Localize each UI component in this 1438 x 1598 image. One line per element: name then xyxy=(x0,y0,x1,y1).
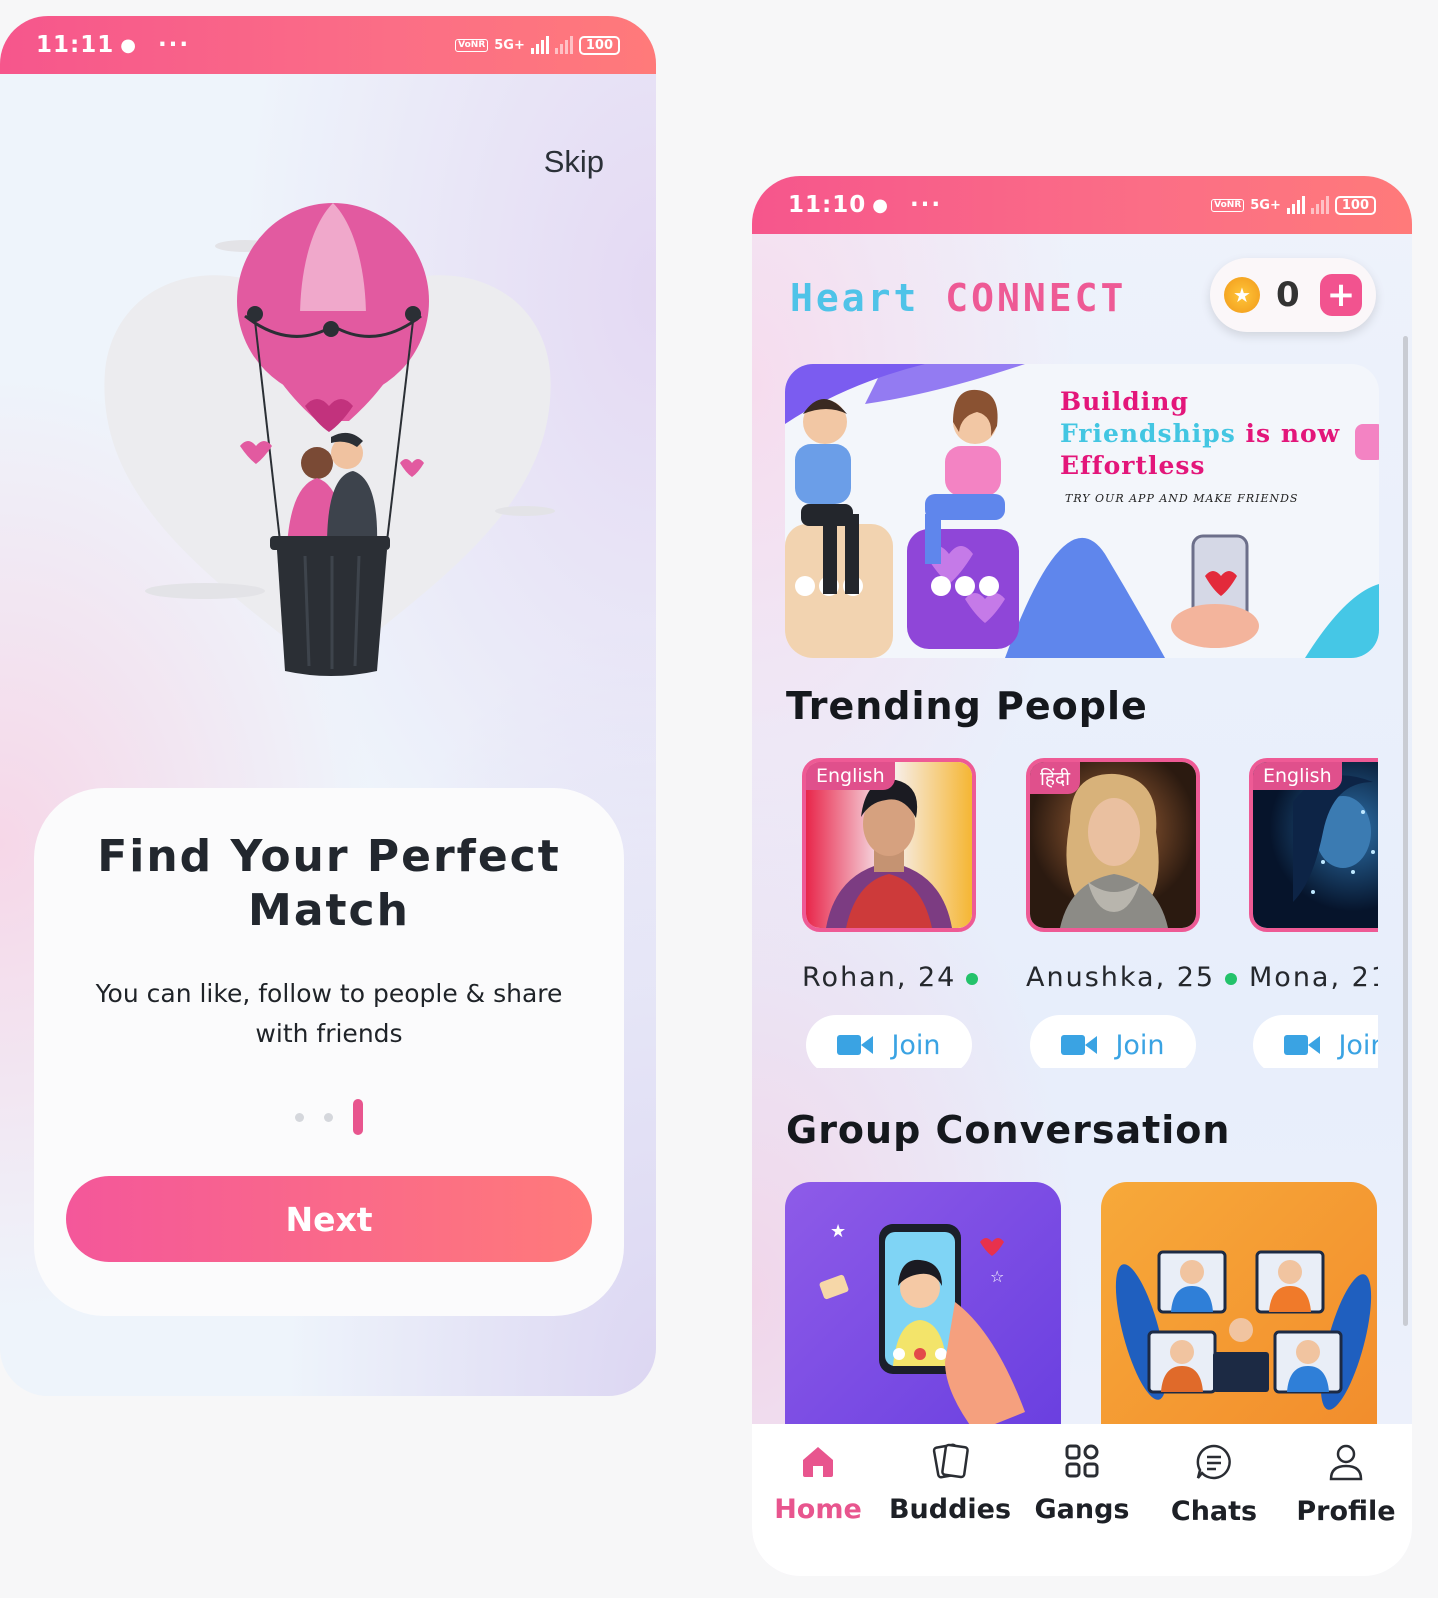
page-dot xyxy=(295,1112,304,1122)
join-video-button[interactable]: Join xyxy=(806,1015,972,1068)
coin-count: 0 xyxy=(1276,275,1300,315)
signal-2-icon xyxy=(554,36,573,54)
single-call-card[interactable]: ★ ☆ xyxy=(785,1182,1061,1432)
nav-profile[interactable]: Profile xyxy=(1281,1442,1411,1576)
status-bar: 11:10 ● ··· VoNR 5G+ 100 xyxy=(752,176,1412,234)
online-indicator xyxy=(966,972,979,985)
group-call-illustration xyxy=(1115,1250,1372,1410)
svg-text:★: ★ xyxy=(830,1221,846,1242)
trending-people-title: Trending People xyxy=(786,684,1148,728)
status-time: 11:10 xyxy=(788,192,867,218)
banner-line-2b: is now xyxy=(1235,419,1341,448)
brand-heart: Heart xyxy=(790,276,920,320)
person-name-text: Anushka, 25 xyxy=(1026,962,1216,993)
nav-home[interactable]: Home xyxy=(753,1442,883,1576)
onboarding-card: Find Your Perfect Match You can like, fo… xyxy=(34,788,624,1316)
video-camera-icon xyxy=(1061,1033,1098,1057)
bottom-navigation: Home Buddies Gangs Chats Profile xyxy=(752,1424,1412,1576)
next-button[interactable]: Next xyxy=(66,1176,592,1262)
banner-line-3: Effortless xyxy=(1060,451,1206,480)
banner-line-2a: Friendships xyxy=(1060,419,1236,448)
banner-line-1: Building xyxy=(1060,387,1189,416)
group-conversation-title: Group Conversation xyxy=(786,1108,1231,1152)
language-badge: English xyxy=(806,762,895,790)
onboarding-description: You can like, follow to people & share w… xyxy=(95,979,563,1048)
nav-label: Chats xyxy=(1170,1496,1258,1527)
person-card[interactable]: English Mona, 21 Join xyxy=(1249,758,1378,1068)
video-camera-icon xyxy=(1284,1033,1321,1057)
app-logo: Heart CONNECT xyxy=(790,276,1126,320)
battery-icon: 100 xyxy=(1334,195,1376,215)
status-bar: 11:11 ● ··· VoNR 5G+ 100 xyxy=(0,16,656,74)
page-dot xyxy=(324,1112,333,1122)
nav-label: Profile xyxy=(1296,1496,1396,1527)
video-call-illustration: ★ ☆ xyxy=(819,1221,1025,1432)
volte-icon: VoNR xyxy=(455,38,489,52)
status-time: 11:11 xyxy=(36,32,115,58)
banner-headline: Building Friendships is now Effortless xyxy=(1060,386,1340,482)
join-video-button[interactable]: Join xyxy=(1030,1015,1196,1068)
coin-icon: ★ xyxy=(1224,277,1260,313)
signal-2-icon xyxy=(1310,196,1329,214)
person-photo[interactable]: English xyxy=(802,758,976,932)
group-conversation-list: ★ ☆ xyxy=(785,1182,1379,1432)
promo-banner[interactable]: Building Friendships is now Effortless T… xyxy=(785,364,1379,658)
home-icon xyxy=(803,1447,833,1477)
profile-icon xyxy=(1329,1444,1363,1481)
language-badge: English xyxy=(1253,762,1342,790)
signal-icon xyxy=(530,36,549,54)
nav-gangs[interactable]: Gangs xyxy=(1017,1442,1147,1576)
svg-text:☆: ☆ xyxy=(990,1267,1004,1286)
brand-connect: CONNECT xyxy=(945,276,1127,320)
join-label: Join xyxy=(891,1029,941,1061)
network-type: 5G+ xyxy=(494,37,525,53)
buddies-icon xyxy=(932,1443,969,1479)
person-photo[interactable]: English xyxy=(1249,758,1378,932)
network-type: 5G+ xyxy=(1250,197,1281,213)
person-card[interactable]: English Rohan, 24 Join xyxy=(802,758,979,1068)
chats-icon xyxy=(1196,1444,1231,1480)
battery-icon: 100 xyxy=(578,35,620,55)
more-notifications-icon: ··· xyxy=(909,192,943,218)
status-icons: VoNR 5G+ 100 xyxy=(455,35,620,55)
person-name: Rohan, 24 xyxy=(802,962,979,993)
nav-chats[interactable]: Chats xyxy=(1149,1442,1279,1576)
signal-icon xyxy=(1286,196,1305,214)
video-camera-icon xyxy=(837,1033,874,1057)
gangs-icon xyxy=(1065,1444,1099,1478)
join-label: Join xyxy=(1338,1029,1378,1061)
onboarding-screen: 11:11 ● ··· VoNR 5G+ 100 Skip Find Your … xyxy=(0,16,656,1396)
nav-buddies[interactable]: Buddies xyxy=(885,1442,1015,1576)
language-badge: हिंदी xyxy=(1030,762,1081,794)
more-notifications-icon: ··· xyxy=(157,32,191,58)
coin-balance[interactable]: ★ 0 + xyxy=(1210,258,1376,332)
page-indicator xyxy=(34,1098,624,1136)
nav-label: Gangs xyxy=(1034,1494,1130,1525)
banner-subtitle: TRY OUR APP AND MAKE FRIENDS xyxy=(1065,492,1299,505)
volte-icon: VoNR xyxy=(1211,198,1245,212)
person-name: Mona, 21 xyxy=(1249,962,1378,993)
page-dot-active xyxy=(353,1099,363,1135)
group-call-card[interactable] xyxy=(1101,1182,1377,1432)
home-screen: 11:10 ● ··· VoNR 5G+ 100 Heart CONNECT ★… xyxy=(752,176,1412,1576)
add-coins-button[interactable]: + xyxy=(1320,274,1362,316)
skip-button[interactable]: Skip xyxy=(544,144,604,180)
chat-notification-icon: ● xyxy=(120,34,136,56)
chat-notification-icon: ● xyxy=(872,194,888,216)
online-indicator xyxy=(1225,972,1238,985)
onboarding-title: Find Your Perfect Match xyxy=(97,831,561,936)
join-video-button[interactable]: Join xyxy=(1253,1015,1378,1068)
join-label: Join xyxy=(1115,1029,1165,1061)
person-name: Anushka, 25 xyxy=(1026,962,1238,993)
person-name-text: Rohan, 24 xyxy=(802,962,957,993)
hot-air-balloon-illustration xyxy=(104,203,555,676)
status-icons: VoNR 5G+ 100 xyxy=(1211,195,1376,215)
person-photo[interactable]: हिंदी xyxy=(1026,758,1200,932)
trending-people-list[interactable]: English Rohan, 24 Join हिंदी Anushka, 25… xyxy=(802,758,1378,1068)
scrollbar[interactable] xyxy=(1403,336,1408,1326)
nav-label: Buddies xyxy=(888,1494,1012,1525)
nav-label: Home xyxy=(774,1494,862,1525)
person-name-text: Mona, 21 xyxy=(1249,962,1378,993)
person-card[interactable]: हिंदी Anushka, 25 Join xyxy=(1026,758,1238,1068)
